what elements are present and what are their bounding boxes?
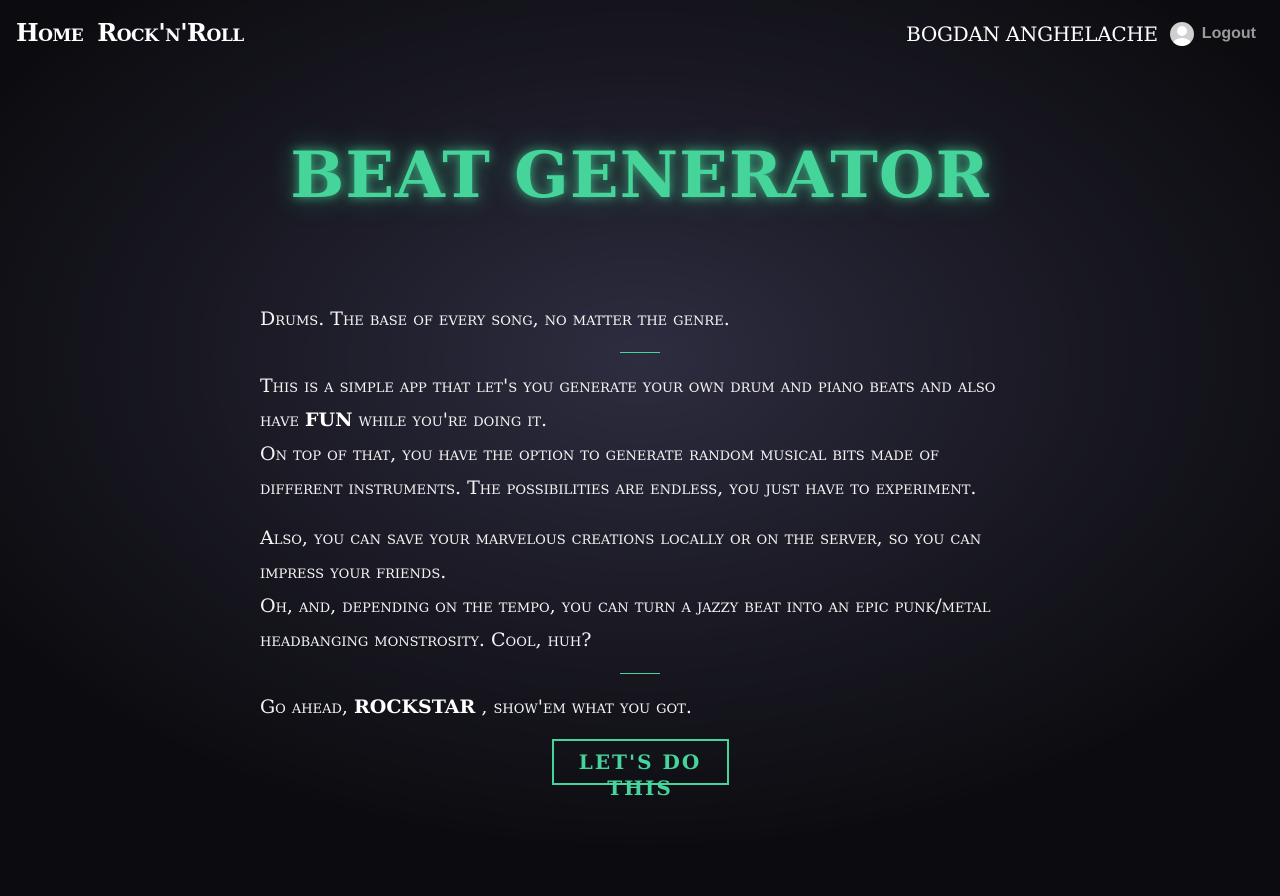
outro-text: Go ahead, ROCKSTAR , show'em what you go… bbox=[260, 690, 1020, 724]
intro-text: Drums. The base of every song, no matter… bbox=[260, 308, 730, 330]
paragraph-text: while you're doing it. bbox=[358, 409, 548, 431]
cta-wrapper: LET'S DO THIS bbox=[0, 739, 1280, 800]
paragraph-tempo: Oh, and, depending on the tempo, you can… bbox=[260, 595, 991, 651]
fun-emphasis: FUN bbox=[305, 409, 353, 431]
paragraph-app-description: This is a simple app that let's you gene… bbox=[260, 369, 1020, 437]
username: BOGDAN ANGHELACHE bbox=[906, 22, 1158, 46]
outro-text-start: Go ahead, bbox=[260, 696, 348, 718]
user-avatar-icon bbox=[1169, 22, 1194, 46]
outro-text-end: , show'em what you got. bbox=[481, 696, 692, 718]
logout-button[interactable]: Logout bbox=[1202, 25, 1256, 43]
divider bbox=[620, 673, 660, 674]
paragraph-save: Also, you can save your marvelous creati… bbox=[260, 527, 982, 583]
lets-do-this-button[interactable]: LET'S DO THIS bbox=[551, 739, 729, 800]
nav-left: Home Rock'n'Roll bbox=[16, 18, 244, 47]
divider bbox=[620, 352, 660, 353]
rocknroll-link[interactable]: Rock'n'Roll bbox=[97, 18, 244, 47]
page-title: BEAT GENERATOR bbox=[290, 138, 990, 213]
user-area: BOGDAN ANGHELACHE Logout bbox=[906, 22, 1256, 46]
intro-content: Drums. The base of every song, no matter… bbox=[260, 302, 1020, 724]
paragraph-random-bits: On top of that, you have the option to g… bbox=[260, 443, 977, 499]
rockstar-emphasis: ROCKSTAR bbox=[354, 696, 476, 718]
home-link[interactable]: Home bbox=[16, 18, 84, 47]
